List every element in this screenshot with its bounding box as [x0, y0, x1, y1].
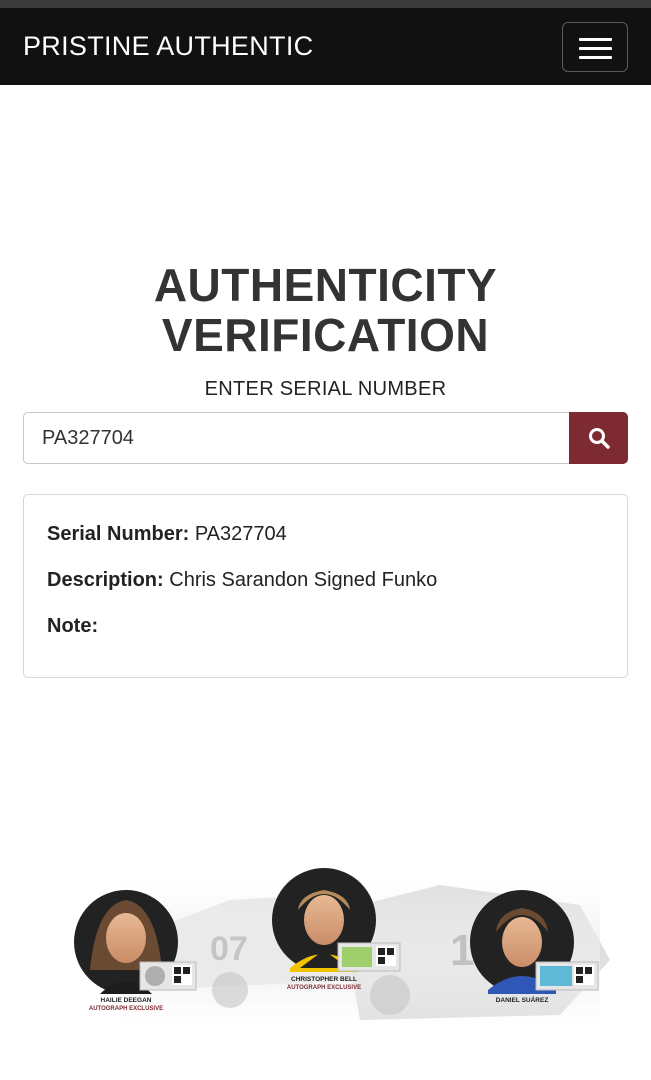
driver-2-tag: AUTOGRAPH EXCLUSIVE — [287, 985, 361, 991]
search-icon — [588, 428, 610, 449]
driver-3-name: DANIEL SUÁREZ — [496, 995, 549, 1004]
serial-prompt: ENTER SERIAL NUMBER — [204, 378, 447, 400]
page: PRISTINE AUTHENTIC AUTHENTICITY VERIFICA… — [0, 0, 651, 1080]
navbar: PRISTINE AUTHENTIC — [0, 8, 651, 85]
description-row: Description: Chris Sarandon Signed Funko — [47, 568, 604, 592]
driver-1-name: HAILIE DEEGAN — [101, 997, 152, 1004]
search-button[interactable] — [569, 412, 628, 464]
note-label: Note: — [47, 615, 99, 637]
svg-text:07: 07 — [210, 930, 248, 968]
search-form — [23, 412, 628, 464]
hamburger-menu-button[interactable] — [562, 21, 628, 72]
note-row: Note: — [47, 614, 604, 638]
serial-number-value: PA327704 — [194, 523, 287, 545]
driver-autograph-banner: 07 1 HAILIE DEEGAN AUTOGRAPH EXCLUSIVE C… — [74, 868, 610, 1030]
serial-search-input[interactable] — [23, 412, 569, 464]
description-label: Description: — [47, 569, 164, 591]
driver-1-tag: AUTOGRAPH EXCLUSIVE — [89, 1006, 163, 1012]
description-value: Chris Sarandon Signed Funko — [169, 569, 438, 591]
title-line-1: AUTHENTICITY — [153, 259, 498, 311]
verification-result-card: Serial Number: PA327704 Description: Chr… — [23, 494, 628, 678]
serial-number-label: Serial Number: — [47, 523, 190, 545]
brand-link[interactable]: PRISTINE AUTHENTIC — [23, 31, 313, 62]
serial-number-row: Serial Number: PA327704 — [47, 522, 604, 546]
driver-2-name: CHRISTOPHER BELL — [291, 976, 357, 983]
page-title: AUTHENTICITY VERIFICATION — [0, 260, 651, 360]
title-line-2: VERIFICATION — [161, 309, 490, 361]
top-strip — [0, 0, 651, 8]
